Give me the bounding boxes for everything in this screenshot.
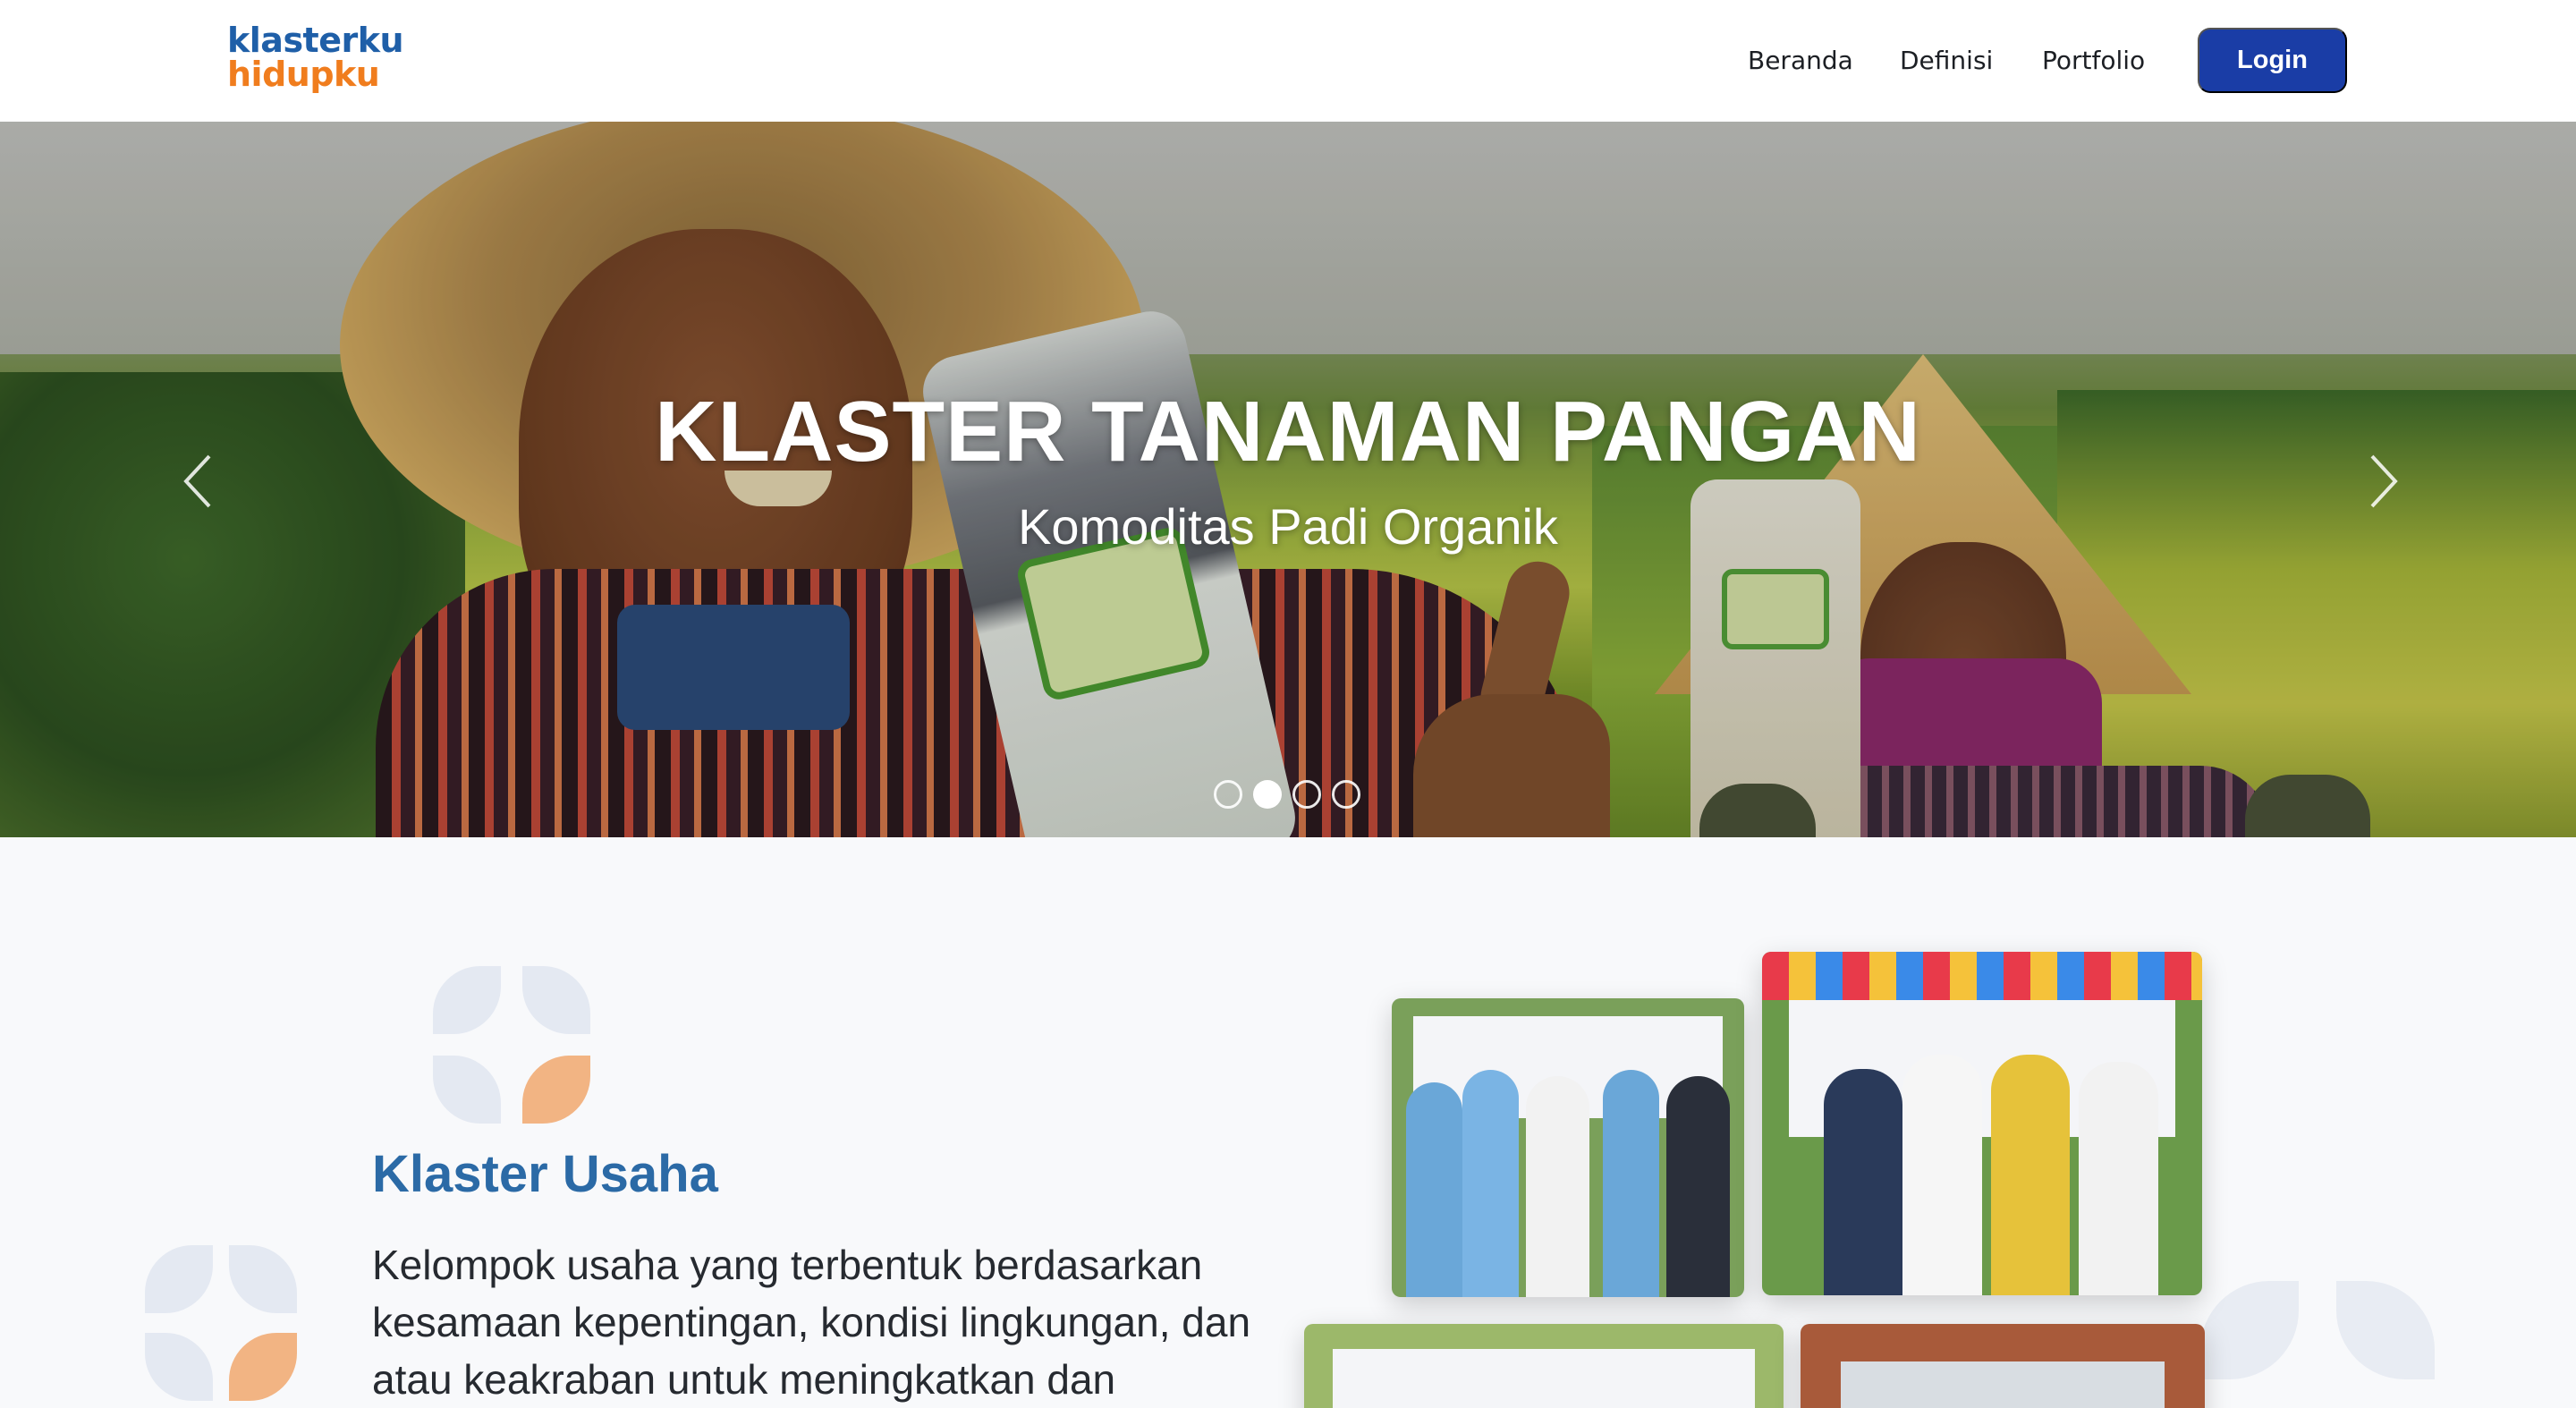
nav-item-portfolio[interactable]: Portfolio <box>2042 45 2145 77</box>
carousel-prev-button[interactable] <box>174 445 224 517</box>
carousel-indicators <box>1214 780 1360 809</box>
brand-logo[interactable]: klasterku hidupku <box>227 21 404 94</box>
carousel-next-button[interactable] <box>2358 445 2408 517</box>
bazaar-photo-4 <box>1801 1324 2205 1408</box>
chevron-right-icon <box>2370 454 2398 508</box>
hero-title: KLASTER TANAMAN PANGAN <box>655 384 1921 479</box>
nav-item-beranda[interactable]: Beranda <box>1748 45 1853 77</box>
bazaar-photo-1 <box>1392 998 1744 1297</box>
carousel-indicator-1[interactable] <box>1214 780 1242 809</box>
carousel-indicator-3[interactable] <box>1292 780 1321 809</box>
chevron-left-icon <box>183 454 211 508</box>
brand-logo-line1: klasterku <box>227 21 404 60</box>
navbar: klasterku hidupku Beranda Definisi Portf… <box>0 0 2576 122</box>
bazaar-photo-2 <box>1762 952 2202 1295</box>
login-button[interactable]: Login <box>2198 28 2347 93</box>
brand-logo-line2: hidupku <box>227 55 380 94</box>
carousel-indicator-2[interactable] <box>1253 780 1282 809</box>
hero-subtitle: Komoditas Padi Organik <box>1018 498 1558 555</box>
nav-item-definisi[interactable]: Definisi <box>1900 45 1993 77</box>
carousel-indicator-4[interactable] <box>1332 780 1360 809</box>
hero-carousel: KLASTER TANAMAN PANGAN Komoditas Padi Or… <box>0 122 2576 837</box>
section-title: Klaster Usaha <box>372 1145 718 1203</box>
section-description: Kelompok usaha yang terbentuk berdasarka… <box>372 1242 1251 1403</box>
bazaar-photo-3 <box>1304 1324 1784 1408</box>
